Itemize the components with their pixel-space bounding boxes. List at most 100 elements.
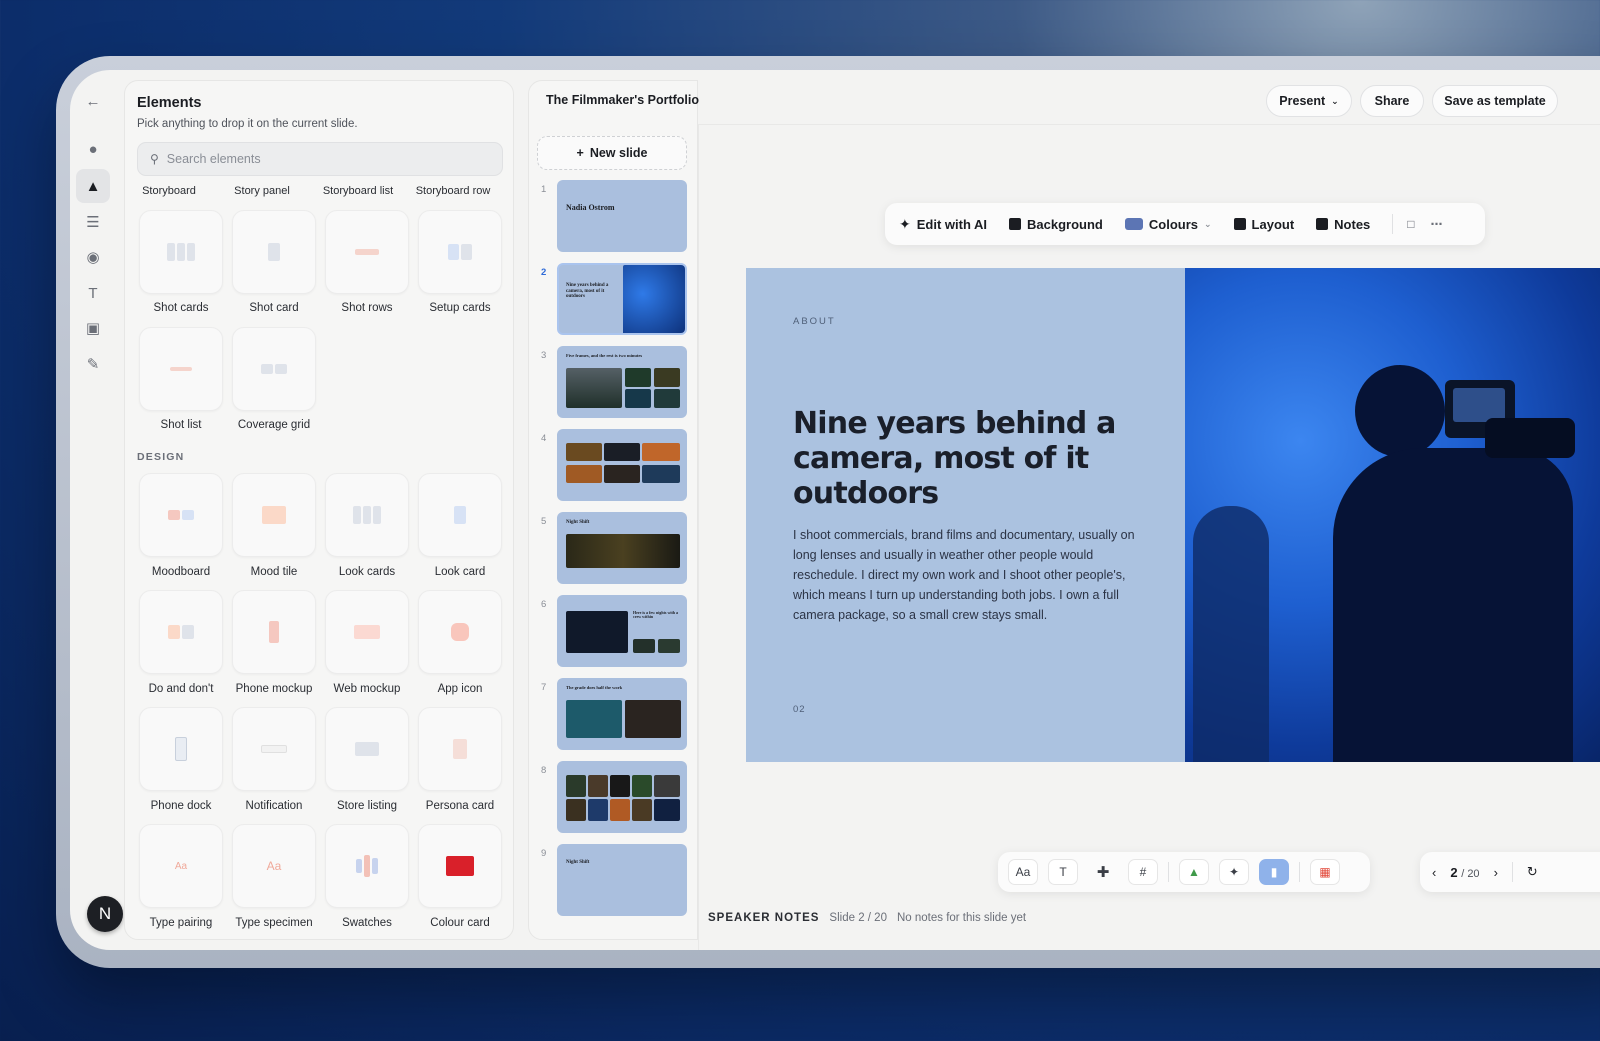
save-icon[interactable]: □ [1407, 217, 1414, 231]
tile-type-pairing[interactable]: Aa [139, 824, 223, 908]
slide-thumbnail-3[interactable]: Five frames, and the rest is two minutes [557, 346, 687, 418]
notification-icon [260, 737, 288, 761]
tile-app-icon[interactable] [418, 590, 502, 674]
speaker-notes-slide-info: Slide 2 / 20 [829, 912, 887, 924]
slide-thumbnail-1[interactable]: Nadia Ostrom [557, 180, 687, 252]
tile-persona-card[interactable] [418, 707, 502, 791]
line-tool-icon[interactable]: ✚ [1088, 859, 1118, 885]
tile-phone-dock[interactable] [139, 707, 223, 791]
slide-thumbnail-2[interactable]: Nine years behind a camera, most of it o… [557, 263, 687, 335]
chevron-right-icon[interactable]: › [1494, 865, 1498, 880]
edit-ai-label: Edit with AI [916, 216, 988, 232]
text-style-button[interactable]: Aa [1008, 859, 1038, 885]
app-window: ← ● ▲ ☰ ◉ T ▣ ✎ N Elements Pick anything… [70, 70, 1600, 950]
search-box[interactable]: ⚲ [137, 142, 503, 176]
tile-store-listing[interactable] [325, 707, 409, 791]
apps-grid-icon[interactable]: ▦ [1310, 859, 1340, 885]
category-storyboard[interactable]: Storyboard [126, 185, 212, 197]
notes-button[interactable]: Notes [1316, 217, 1370, 232]
thumb-photo [566, 700, 622, 738]
more-options-icon[interactable]: ⋯ [1431, 217, 1443, 231]
thumb-photo [566, 799, 586, 821]
chart-icon[interactable]: ▮ [1259, 859, 1289, 885]
tile-look-card[interactable] [418, 473, 502, 557]
slide-heading[interactable]: Nine years behind a camera, most of it o… [793, 406, 1153, 511]
layout-button[interactable]: Layout [1233, 217, 1294, 232]
slide-thumbnail-7[interactable]: The grade does half the work [557, 678, 687, 750]
tile-phone-mockup[interactable] [232, 590, 316, 674]
thumb-title: Nadia Ostrom [566, 203, 615, 212]
brush-icon[interactable]: ✎ [76, 347, 110, 381]
slide-thumbnail-8[interactable] [557, 761, 687, 833]
phone-dock-icon [167, 737, 195, 761]
slide-thumbnail-9[interactable]: Night Shift [557, 844, 687, 916]
slide-thumbnail-4[interactable] [557, 429, 687, 501]
chat-bubble-icon[interactable]: ● [76, 132, 110, 166]
share-button[interactable]: Share [1360, 85, 1424, 117]
category-story-panel[interactable]: Story panel [219, 185, 305, 197]
background-button[interactable]: Background [1009, 217, 1103, 232]
colours-button[interactable]: Colours ⌄ [1124, 216, 1212, 232]
text-icon[interactable]: T [76, 276, 110, 310]
tile-moodboard[interactable] [139, 473, 223, 557]
camera-body [1485, 418, 1575, 458]
text-tool-button[interactable]: T [1048, 859, 1078, 885]
image-icon[interactable]: ▣ [76, 311, 110, 345]
tile-mood-tile[interactable] [232, 473, 316, 557]
tile-shot-card[interactable] [232, 210, 316, 294]
elements-shapes-icon[interactable]: ▲ [76, 169, 110, 203]
tile-type-specimen[interactable]: Aa [232, 824, 316, 908]
slide-body[interactable]: I shoot commercials, brand films and doc… [793, 525, 1153, 625]
save-template-label: Save as template [1444, 94, 1546, 108]
tile-label: Store listing [336, 800, 398, 812]
tile-colour-card[interactable] [418, 824, 502, 908]
slide-photo-filmmaker[interactable] [1185, 268, 1600, 762]
tile-shot-rows[interactable] [325, 210, 409, 294]
thumb-photo [566, 775, 586, 797]
back-arrow-icon[interactable]: ← [76, 84, 110, 118]
tile-shot-cards[interactable] [139, 210, 223, 294]
swatches-icon [353, 854, 381, 878]
chevron-left-icon[interactable]: ‹ [1432, 865, 1436, 880]
present-button[interactable]: Present ⌄ [1266, 85, 1352, 117]
edit-with-ai-button[interactable]: ✦ Edit with AI [899, 217, 987, 232]
tile-notification[interactable] [232, 707, 316, 791]
palette-icon[interactable]: ◉ [76, 240, 110, 274]
category-storyboard-row[interactable]: Storyboard row [405, 185, 501, 197]
document-title[interactable]: The Filmmaker's Portfolio [546, 93, 699, 107]
tile-swatches[interactable] [325, 824, 409, 908]
tile-setup-cards[interactable] [418, 210, 502, 294]
sparkle-icon[interactable]: ✦ [1219, 859, 1249, 885]
category-storyboard-list[interactable]: Storyboard list [312, 185, 404, 197]
slide-number: 5 [541, 516, 547, 527]
tile-look-cards[interactable] [325, 473, 409, 557]
pager-current: 2 [1450, 864, 1458, 880]
toolbar-separator [1392, 214, 1394, 234]
search-icon: ⚲ [150, 152, 159, 166]
slide-canvas[interactable]: ABOUT Nine years behind a camera, most o… [746, 268, 1600, 762]
search-input[interactable] [166, 152, 467, 166]
shapes-icon[interactable]: ▲ [1179, 859, 1209, 885]
tile-label: Swatches [342, 917, 392, 929]
layers-icon[interactable]: ☰ [76, 205, 110, 239]
tile-shot-list[interactable] [139, 327, 223, 411]
new-slide-button[interactable]: + New slide [537, 136, 687, 170]
grid-tool-button[interactable]: # [1128, 859, 1158, 885]
slide-thumbnail-5[interactable]: Night Shift [557, 512, 687, 584]
speaker-notes-bar[interactable]: SPEAKER NOTES Slide 2 / 20 No notes for … [708, 912, 1026, 924]
tile-coverage-grid[interactable] [232, 327, 316, 411]
thumb-photo [654, 368, 680, 387]
tool-rail: ← ● ▲ ☰ ◉ T ▣ ✎ N [70, 70, 123, 950]
slide-number: 8 [541, 765, 547, 776]
colours-label: Colours [1148, 216, 1198, 232]
thumb-photo [632, 799, 652, 821]
slide-eyebrow[interactable]: ABOUT [793, 316, 836, 327]
tile-label: Shot cards [153, 302, 209, 314]
slide-thumbnail-6[interactable]: Here is a few nights with a crew within [557, 595, 687, 667]
pager-total: / 20 [1461, 867, 1480, 880]
refresh-icon[interactable]: ↻ [1527, 864, 1538, 880]
tile-do-and-dont[interactable] [139, 590, 223, 674]
save-as-template-button[interactable]: Save as template [1432, 85, 1558, 117]
avatar[interactable]: N [87, 896, 123, 932]
tile-web-mockup[interactable] [325, 590, 409, 674]
